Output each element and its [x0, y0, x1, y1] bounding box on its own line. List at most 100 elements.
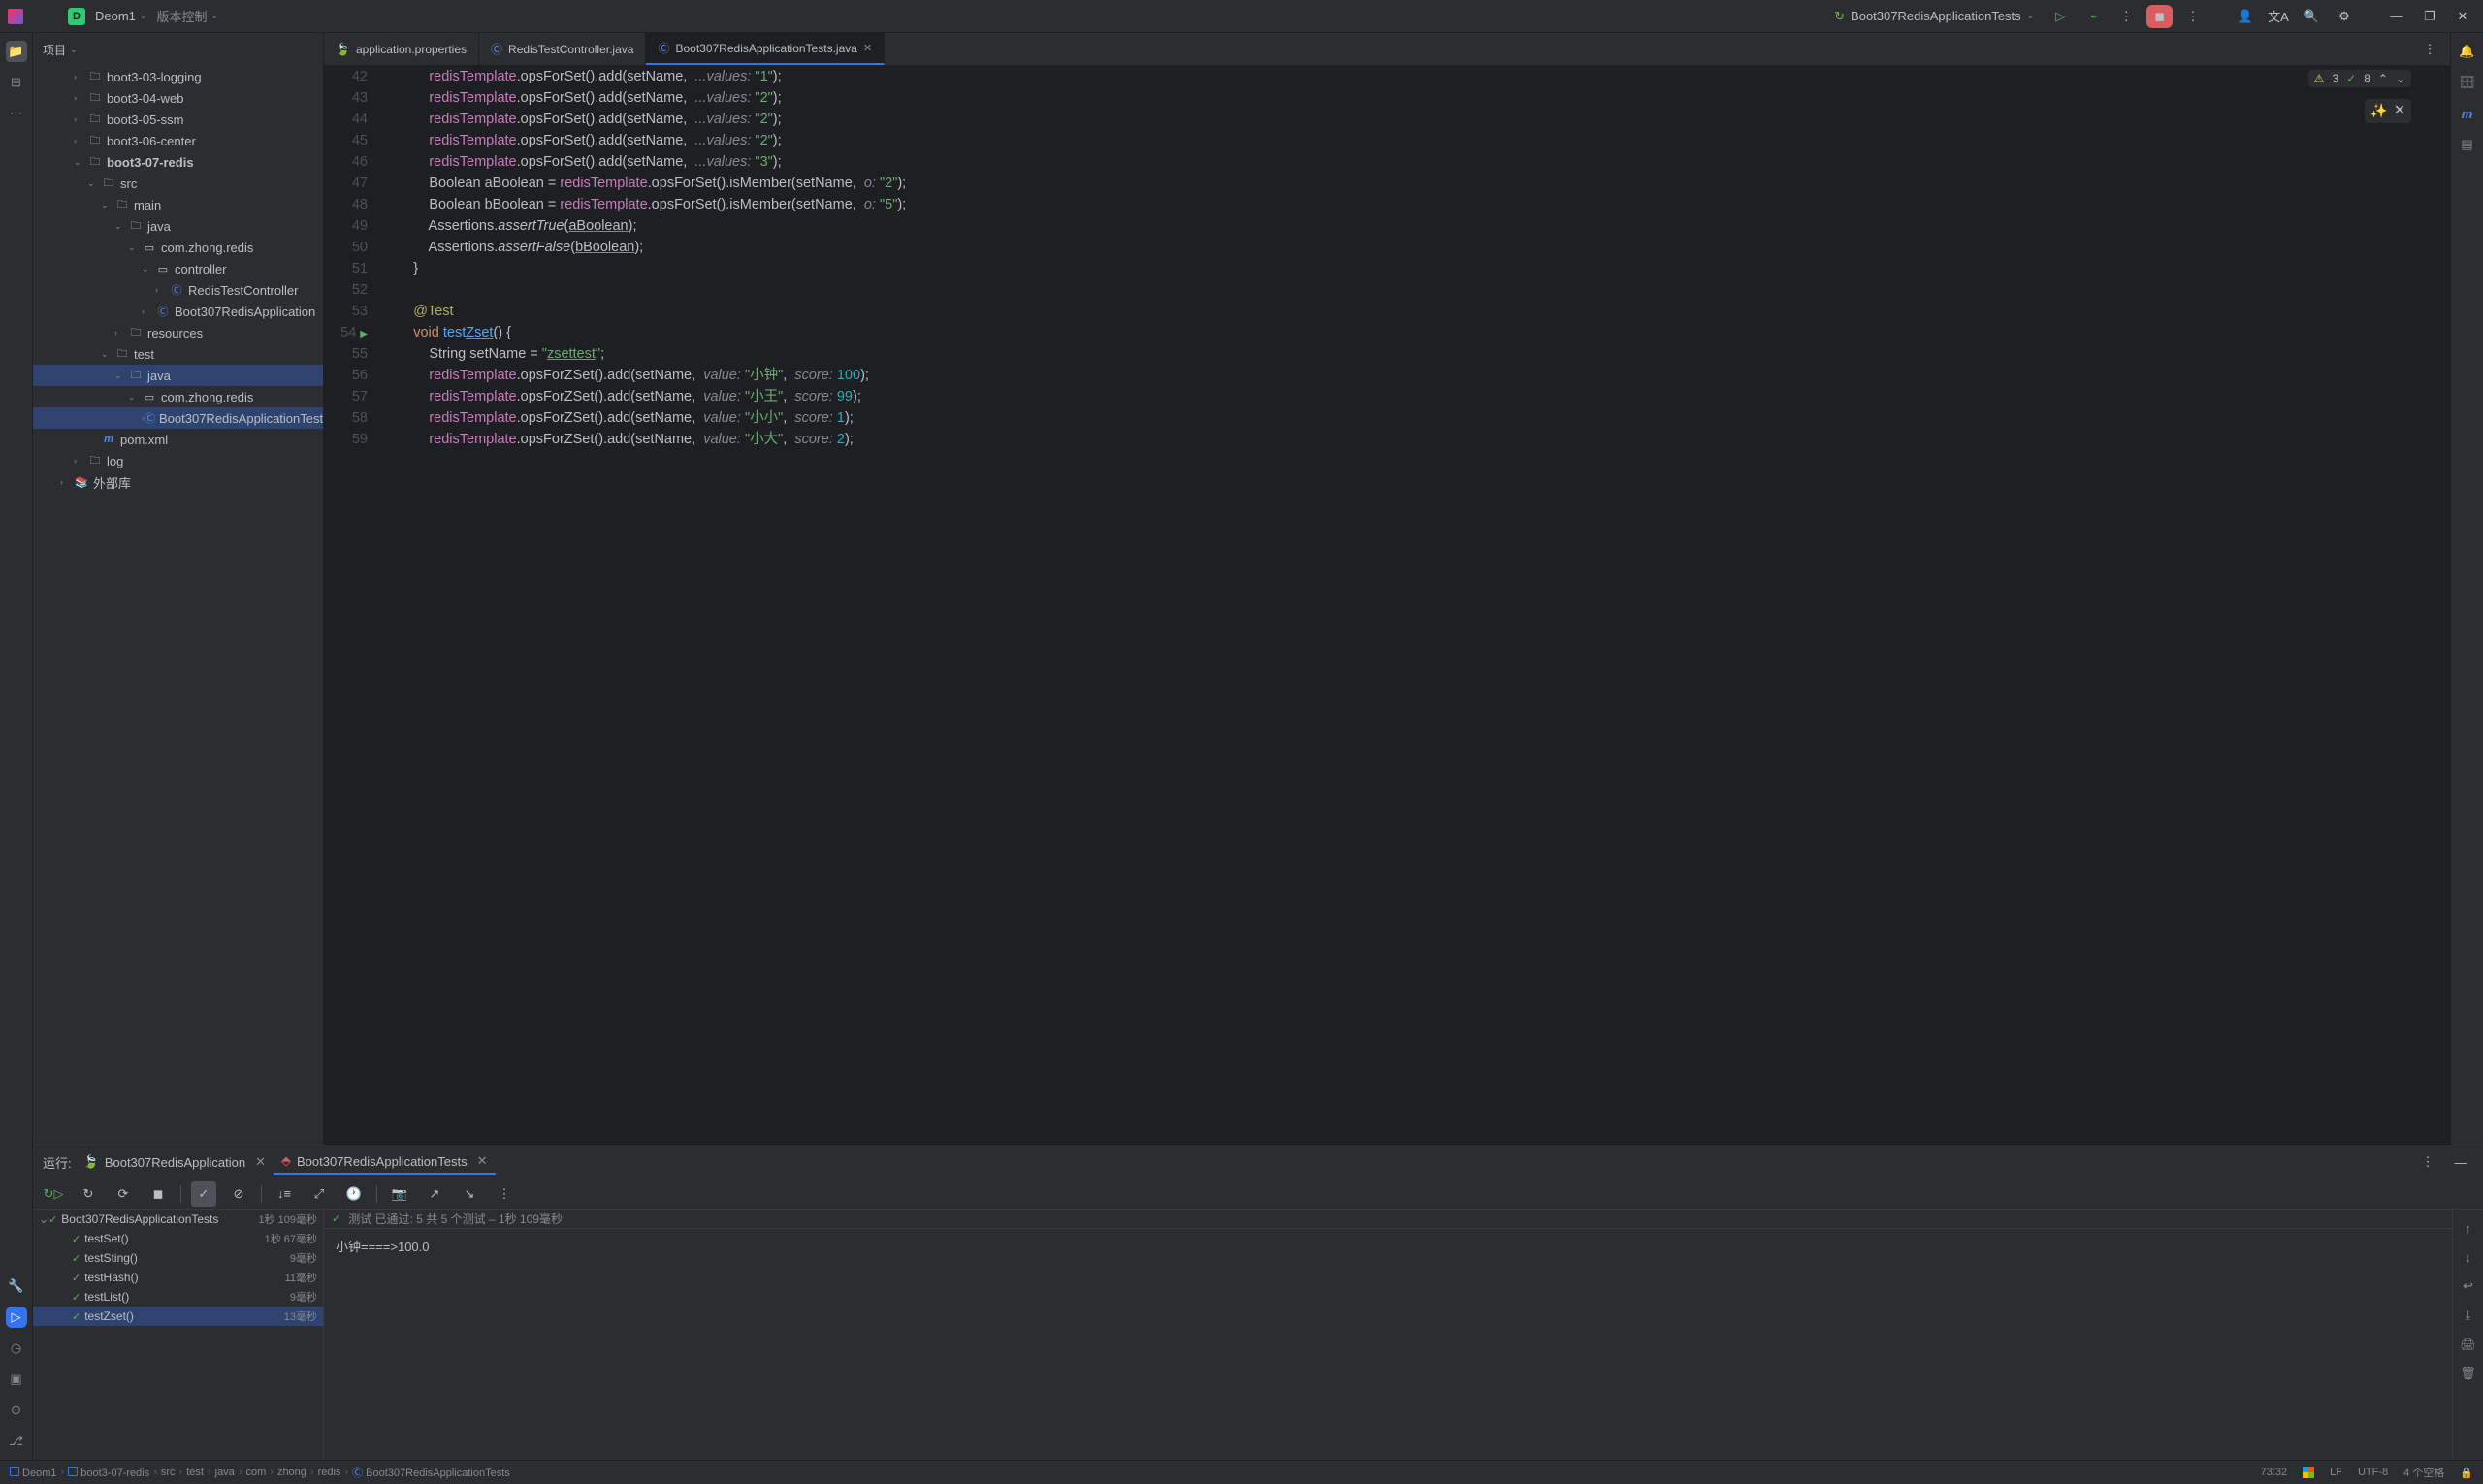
close-button[interactable]: ✕ — [2450, 4, 2475, 29]
services-tool-button[interactable]: ◷ — [6, 1338, 27, 1359]
problems-tool-button[interactable]: ⊙ — [6, 1400, 27, 1421]
run-tab[interactable]: ⬘Boot307RedisApplicationTests✕ — [274, 1149, 496, 1175]
more-actions-button[interactable]: ⋮ — [2180, 4, 2206, 29]
test-item[interactable]: ✓testSet()1秒 67毫秒 — [33, 1229, 323, 1248]
show-ignored-button[interactable]: ⊘ — [226, 1181, 251, 1207]
search-icon[interactable]: 🔍 — [2299, 4, 2324, 29]
code-line[interactable]: redisTemplate.opsForZSet().add(setName, … — [382, 386, 2450, 407]
settings-icon[interactable]: ⚙ — [2332, 4, 2357, 29]
more-tool-button[interactable]: ⋯ — [6, 103, 27, 124]
tree-row[interactable]: ⌄🗀boot3-07-redis — [33, 151, 323, 173]
collapse-button[interactable]: ↘ — [457, 1181, 482, 1207]
breadcrumb-segment[interactable]: zhong — [277, 1467, 306, 1478]
expand-button[interactable]: ⤢ — [306, 1181, 332, 1207]
tree-row[interactable]: ⌄🗀src — [33, 173, 323, 194]
stop-button[interactable]: ◼ — [2146, 5, 2173, 28]
import-button[interactable]: 📷 — [387, 1181, 412, 1207]
code-line[interactable]: redisTemplate.opsForSet().add(setName, .… — [382, 151, 2450, 173]
translate-icon[interactable]: 文A — [2266, 4, 2291, 29]
tree-row[interactable]: mpom.xml — [33, 429, 323, 450]
tree-row[interactable]: ›🗀boot3-06-center — [33, 130, 323, 151]
test-root[interactable]: ⌄ ✓ Boot307RedisApplicationTests 1秒 109毫… — [33, 1210, 323, 1229]
terminal-tool-button[interactable]: ▣ — [6, 1369, 27, 1390]
editor-tab[interactable]: ⒸBoot307RedisApplicationTests.java✕ — [646, 33, 885, 65]
print-icon[interactable]: 🖨 — [2458, 1334, 2479, 1355]
main-menu-button[interactable] — [33, 4, 58, 29]
structure-tool-button[interactable]: ⊞ — [6, 72, 27, 93]
run-tab[interactable]: 🍃Boot307RedisApplication✕ — [76, 1149, 274, 1175]
close-icon[interactable]: ✕ — [2394, 103, 2405, 119]
run-config-selector[interactable]: ↻ Boot307RedisApplicationTests ⌄ — [1828, 7, 2040, 26]
code-line[interactable]: redisTemplate.opsForSet().add(setName, .… — [382, 66, 2450, 87]
tree-row[interactable]: ›🗀boot3-05-ssm — [33, 109, 323, 130]
code-line[interactable]: redisTemplate.opsForSet().add(setName, .… — [382, 109, 2450, 130]
tree-row[interactable]: ⌄▭com.zhong.redis — [33, 386, 323, 407]
project-selector[interactable]: Deom1 ⌄ — [95, 9, 146, 23]
more-run-button[interactable]: ⋮ — [2113, 4, 2139, 29]
tree-row[interactable]: ›📚外部库 — [33, 471, 323, 493]
caret-position[interactable]: 73:32 — [2261, 1467, 2288, 1478]
code-line[interactable]: Boolean aBoolean = redisTemplate.opsForS… — [382, 173, 2450, 194]
code-line[interactable]: @Test — [382, 301, 2450, 322]
soft-wrap-icon[interactable]: ↩ — [2458, 1275, 2479, 1297]
code-line[interactable]: Assertions.assertTrue(aBoolean); — [382, 215, 2450, 237]
close-icon[interactable]: ✕ — [477, 1153, 488, 1169]
breadcrumb-segment[interactable]: test — [186, 1467, 204, 1478]
clear-icon[interactable]: 🗑 — [2458, 1363, 2479, 1384]
encoding[interactable]: UTF-8 — [2358, 1467, 2388, 1478]
code-line[interactable]: String setName = "zsettest"; — [382, 343, 2450, 365]
database-button[interactable]: 🗄 — [2457, 72, 2478, 93]
code-with-me-icon[interactable]: 👤 — [2233, 4, 2258, 29]
tree-row[interactable]: ›ⒸBoot307RedisApplication — [33, 301, 323, 322]
coverage-button[interactable]: ▤ — [2457, 134, 2478, 155]
sort-button[interactable]: ↓≡ — [272, 1181, 297, 1207]
maven-button[interactable]: m — [2457, 103, 2478, 124]
tree-row[interactable]: ›🗀log — [33, 450, 323, 471]
code-line[interactable]: redisTemplate.opsForZSet().add(setName, … — [382, 365, 2450, 386]
notifications-button[interactable]: 🔔 — [2457, 41, 2478, 62]
chevron-down-icon[interactable]: ⌄ — [2396, 72, 2405, 85]
code-line[interactable]: redisTemplate.opsForSet().add(setName, .… — [382, 87, 2450, 109]
tree-row[interactable]: ›🗀boot3-03-logging — [33, 66, 323, 87]
panel-more-button[interactable]: ⋮ — [2415, 1149, 2440, 1175]
test-item[interactable]: ✓testSting()9毫秒 — [33, 1248, 323, 1268]
test-tree[interactable]: ⌄ ✓ Boot307RedisApplicationTests 1秒 109毫… — [33, 1210, 324, 1460]
breadcrumb-segment[interactable]: java — [215, 1467, 235, 1478]
lock-icon[interactable]: 🔒 — [2460, 1467, 2473, 1479]
history-button[interactable]: 🕐 — [341, 1181, 367, 1207]
tree-row[interactable]: ⌄▭com.zhong.redis — [33, 237, 323, 258]
rerun-button[interactable]: ↻▷ — [41, 1181, 66, 1207]
code-line[interactable]: redisTemplate.opsForZSet().add(setName, … — [382, 429, 2450, 450]
tree-row[interactable]: ⌄▭controller — [33, 258, 323, 279]
minimize-button[interactable]: — — [2384, 4, 2409, 29]
tree-row[interactable]: ›🗀resources — [33, 322, 323, 343]
code-area[interactable]: ⚠3 ✓8 ⌃ ⌄ ✨ ✕ 42434445464748495051525354… — [324, 66, 2450, 1145]
run-gutter-icon[interactable]: ▶ — [360, 329, 368, 339]
breadcrumb-segment[interactable]: redis — [318, 1467, 341, 1478]
test-item[interactable]: ✓testZset()13毫秒 — [33, 1307, 323, 1326]
tree-row[interactable]: ›ⒸRedisTestController — [33, 279, 323, 301]
code-line[interactable]: redisTemplate.opsForZSet().add(setName, … — [382, 407, 2450, 429]
run-button[interactable]: ▷ — [2048, 4, 2073, 29]
tree-row[interactable]: ›🗀boot3-04-web — [33, 87, 323, 109]
tree-row[interactable]: ⌄🗀test — [33, 343, 323, 365]
code-line[interactable]: redisTemplate.opsForSet().add(setName, .… — [382, 130, 2450, 151]
git-tool-button[interactable]: ⎇ — [6, 1431, 27, 1452]
stop-tests-button[interactable]: ◼ — [145, 1181, 171, 1207]
tree-row[interactable]: ⌄🗀java — [33, 215, 323, 237]
scroll-up-icon[interactable]: ↑ — [2458, 1217, 2479, 1239]
project-tool-button[interactable]: 📁 — [6, 41, 27, 62]
close-icon[interactable]: ✕ — [255, 1154, 266, 1170]
chevron-up-icon[interactable]: ⌃ — [2378, 72, 2388, 85]
project-tree[interactable]: ›🗀boot3-03-logging›🗀boot3-04-web›🗀boot3-… — [33, 66, 323, 1145]
code-line[interactable]: Boolean bBoolean = redisTemplate.opsForS… — [382, 194, 2450, 215]
breadcrumb-segment[interactable]: src — [161, 1467, 176, 1478]
test-item[interactable]: ✓testHash()11毫秒 — [33, 1268, 323, 1287]
close-icon[interactable]: ✕ — [863, 42, 872, 54]
editor-tab[interactable]: ⒸRedisTestController.java — [479, 33, 646, 65]
show-passed-button[interactable]: ✓ — [191, 1181, 216, 1207]
code-line[interactable]: Assertions.assertFalse(bBoolean); — [382, 237, 2450, 258]
run-tool-button[interactable]: ▷ — [6, 1307, 27, 1328]
tree-row[interactable]: ⌄🗀main — [33, 194, 323, 215]
breadcrumb-segment[interactable]: Ⓒ Boot307RedisApplicationTests — [352, 1465, 510, 1480]
